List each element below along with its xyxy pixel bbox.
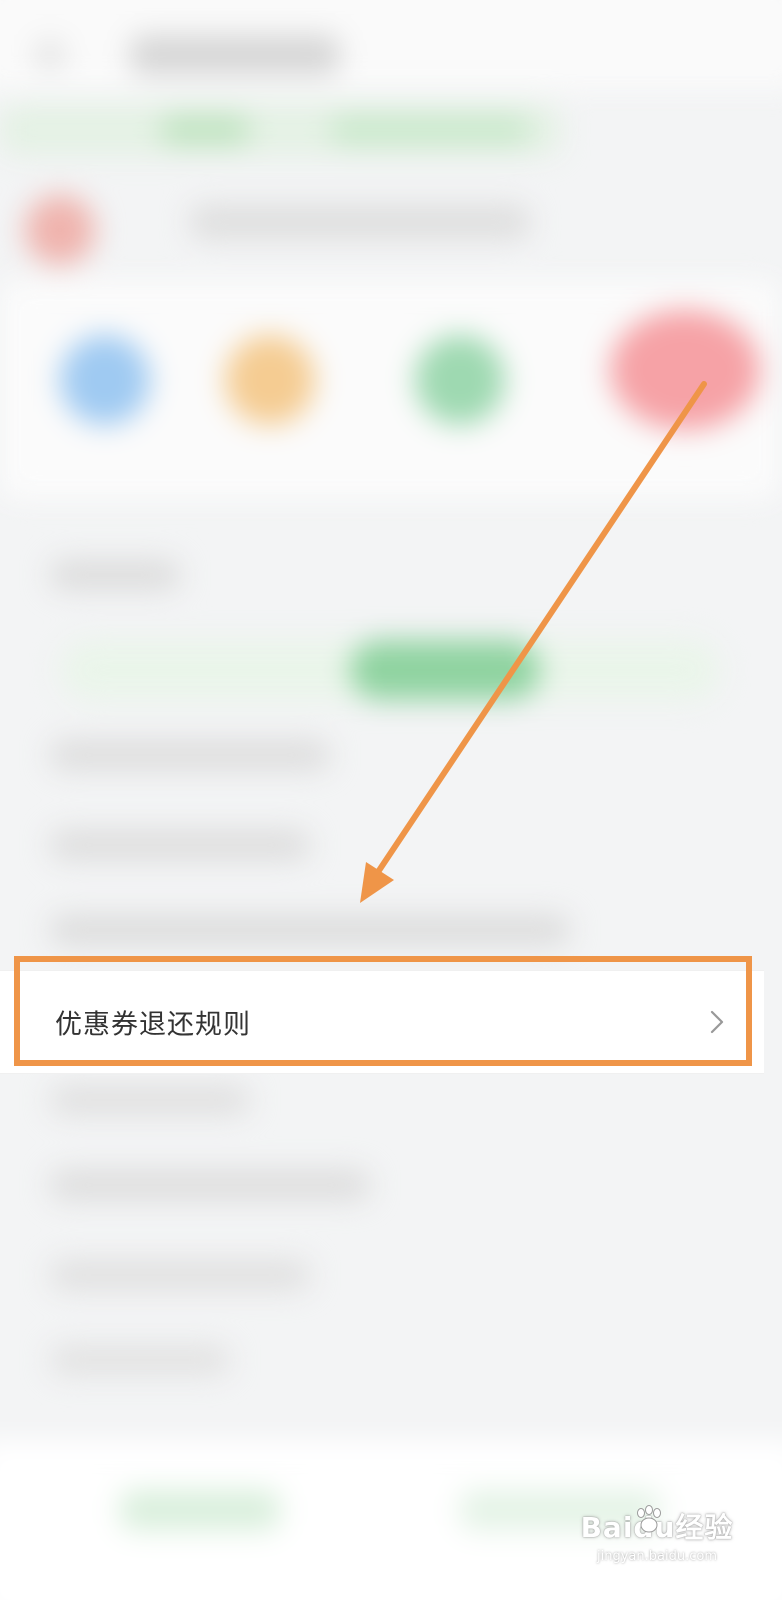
blurred-icon-red (610, 310, 760, 430)
blurred-back-icon (35, 40, 65, 70)
blurred-avatar (25, 195, 95, 265)
row-label: 优惠券退还规则 (55, 1009, 251, 1041)
coupon-refund-rules-row[interactable]: 优惠券退还规则 (0, 970, 764, 1074)
blurred-tab (160, 115, 250, 145)
blurred-bottom-button (120, 1490, 280, 1530)
blurred-icon-green (415, 335, 505, 425)
blurred-text (190, 205, 530, 239)
watermark-url-text: jingyan.baidu.com (597, 1549, 717, 1564)
blurred-line (50, 915, 570, 945)
blurred-header (0, 0, 782, 90)
blurred-line (50, 1260, 310, 1290)
blurred-line (50, 830, 310, 860)
blurred-icon-blue (60, 335, 150, 425)
blurred-background (0, 0, 782, 1600)
blurred-pill-active (350, 640, 540, 700)
blurred-icon-orange (225, 335, 315, 425)
blurred-line (50, 740, 330, 770)
chevron-right-icon (710, 1010, 724, 1034)
blurred-line (50, 1085, 250, 1115)
blurred-tab (330, 115, 530, 145)
paw-logo-icon (637, 1505, 661, 1533)
blurred-line (50, 1345, 230, 1375)
blurred-title (130, 35, 340, 75)
blurred-line (50, 1170, 370, 1200)
blurred-section-title (50, 560, 180, 590)
blurred-content (0, 0, 782, 1600)
baidu-jingyan-watermark: Baidu经验 jingyan.baidu.com (572, 1505, 742, 1578)
